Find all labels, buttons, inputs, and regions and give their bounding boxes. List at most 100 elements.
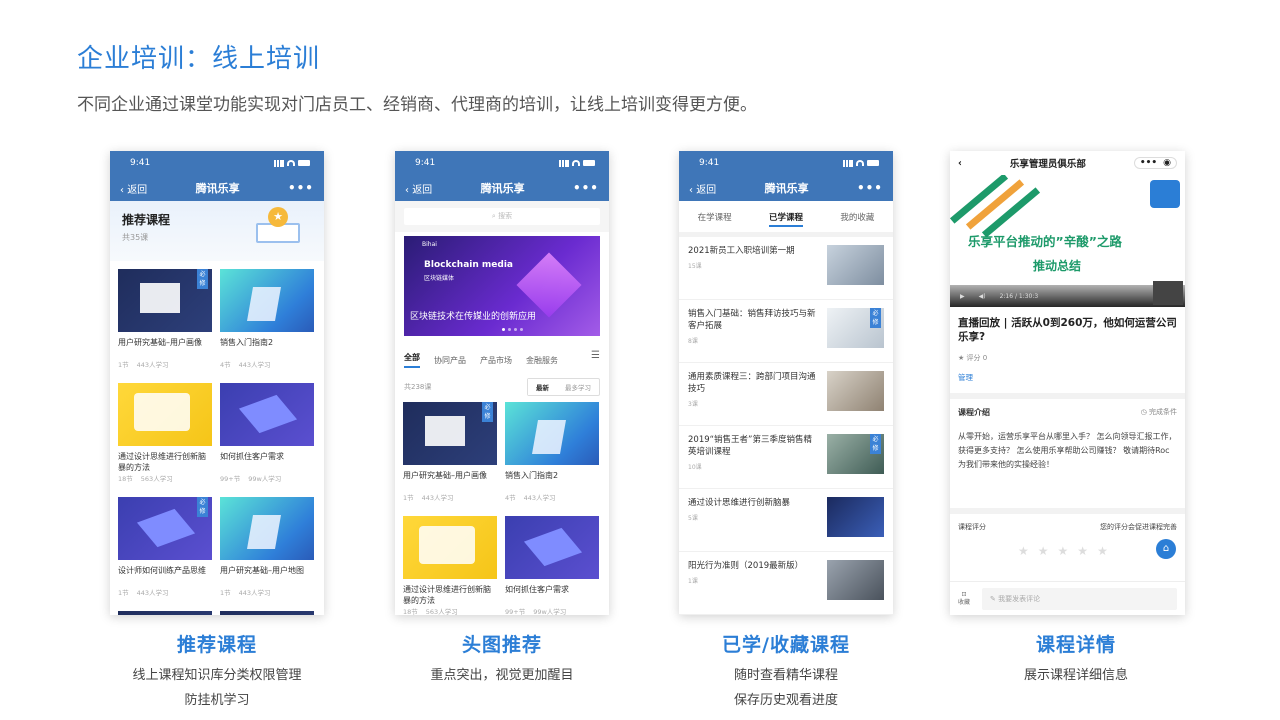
list-item[interactable]: 2021新员工入职培训第一期 15课 [679,237,893,300]
status-time: 9:41 [699,158,720,168]
caption-detail: 课程详情 展示课程详细信息 [946,630,1206,688]
tab-finance[interactable]: 金融服务 [526,355,558,366]
video-player[interactable]: 乐享平台推动的”辛酸”之路 推动总结 ▶ ◀) 2:16 / 1:30:3 [950,175,1185,307]
tab-learning[interactable]: 在学课程 [698,211,732,232]
list-item[interactable]: 2019“销售王者”第三季度销售精英培训课程 10课 必修 [679,426,893,489]
mini-program-capsule[interactable]: ••• ◉ [1133,157,1177,169]
course-thumbnail[interactable] [220,611,314,615]
back-button[interactable]: ‹ 返回 [689,181,716,196]
lesson-count: 3课 [688,401,698,408]
lesson-count: 4节 [220,361,231,369]
lesson-count: 1节 [403,494,414,502]
carousel-dots[interactable] [502,328,523,331]
menu-icon[interactable]: ☰ [591,350,600,361]
home-icon[interactable]: ⌂ [1156,539,1176,559]
wifi-icon [572,160,580,166]
tab-market[interactable]: 产品市场 [480,355,512,366]
learner-count: 443人学习 [238,589,271,597]
course-card[interactable]: 销售入门指南2 4节 443人学习 [505,402,599,508]
signal-icon [274,159,284,167]
more-icon[interactable]: ••• [573,181,599,195]
nav-bar: ‹ 返回 腾讯乐享 ••• [395,175,609,201]
phone-learned-favorites: 9:41 ‹ 返回 腾讯乐享 ••• 在学课程 已学课程 我的收藏 2021新员… [679,151,893,615]
list-item[interactable]: 阳光行为准则（2019最新版） 1课 [679,552,893,615]
list-item[interactable]: 通用素质课程三：跨部门项目沟通技巧 3课 [679,363,893,426]
learner-count: 99w人学习 [248,475,282,483]
course-card[interactable]: 必修 用户研究基础–用户画像 1节 443人学习 [118,269,212,375]
course-card[interactable]: 通过设计思维进行创新脑暴的方法 18节 563人学习 [403,516,497,615]
course-thumbnail [220,497,314,560]
bookmark-icon: ⊡ [961,590,967,598]
lesson-count: 99+节 [505,608,526,615]
course-title: 设计师如何训练产品思维 [118,566,206,575]
speaker-avatar [1153,281,1183,305]
status-bar: 9:41 [395,151,609,175]
tab-learned[interactable]: 已学课程 [768,211,803,227]
course-title: 通过设计思维进行创新脑暴 [688,498,791,508]
lesson-count: 99+节 [220,475,241,483]
video-title-line1: 乐享平台推动的”辛酸”之路 [968,234,1122,249]
course-thumbnail [403,516,497,579]
course-card[interactable]: 通过设计思维进行创新脑暴的方法 18节 563人学习 [118,383,212,489]
course-thumbnail: 必修 [118,497,212,560]
completion-conditions[interactable]: ◷ 完成条件 [1141,407,1177,418]
play-icon[interactable]: ▶ [960,293,965,300]
course-count: 共238课 [404,383,432,391]
course-thumbnail: 必修 [827,308,884,348]
course-grid: 必修 用户研究基础–用户画像 1节 443人学习 销售入门指南2 4节 443人学习… [110,261,324,615]
lesson-count: 4节 [505,494,516,502]
course-card[interactable]: 必修 用户研究基础–用户画像 1节 443人学习 [403,402,497,508]
learner-count: 99w人学习 [533,608,567,615]
star-icon: ★ [958,354,967,362]
star-rating[interactable]: ★ ★ ★ ★ ★ [1018,544,1177,558]
tab-favorites[interactable]: 我的收藏 [840,211,874,232]
sort-toggle: 最新 最多学习 [527,378,600,396]
course-card[interactable]: 用户研究基础–用户地图 1节 443人学习 [220,497,314,603]
back-button[interactable]: ‹ 返回 [120,181,147,196]
course-score: ★ 评分 0 [958,354,988,362]
close-icon[interactable]: ◉ [1163,158,1171,168]
lesson-count: 8课 [688,338,698,345]
search-input[interactable]: ⌕ 搜索 [404,208,600,225]
video-title-line2: 推动总结 [1033,259,1082,273]
course-title: 用户研究基础–用户地图 [220,566,304,575]
course-card[interactable]: 如何抓住客户需求 99+节 99w人学习 [505,516,599,615]
nav-bar: ‹ 返回 腾讯乐享 ••• [110,175,324,201]
course-title: 通过设计思维进行创新脑暴的方法 [118,452,206,472]
course-thumbnail: 必修 [827,434,884,474]
sort-popular[interactable]: 最多学习 [557,379,599,395]
manage-link[interactable]: 管理 [950,363,1185,399]
course-card[interactable]: 如何抓住客户需求 99+节 99w人学习 [220,383,314,489]
banner[interactable]: Bihai Blockchain media 区块链媒体 区块链技术在传媒业的创… [404,236,600,336]
learner-count: 443人学习 [238,361,271,369]
list-item[interactable]: 通过设计思维进行创新脑暴 5课 [679,489,893,552]
sort-newest[interactable]: 最新 [528,379,557,395]
comment-input[interactable]: ✎ 我要发表评论 [982,587,1177,610]
course-card[interactable]: 销售入门指南2 4节 443人学习 [220,269,314,375]
back-button[interactable]: ‹ 返回 [405,181,432,196]
tab-collab[interactable]: 协同产品 [434,355,466,366]
course-card[interactable]: 必修 设计师如何训练产品思维 1节 443人学习 [118,497,212,603]
learner-count: 443人学习 [136,361,169,369]
required-tag: 必修 [870,434,881,454]
more-icon[interactable]: ••• [288,181,314,195]
caption-title: 头图推荐 [461,634,542,656]
battery-icon [583,160,595,166]
course-title: 用户研究基础–用户画像 [118,338,202,347]
signal-icon [843,159,853,167]
learner-count: 443人学习 [523,494,556,502]
more-icon[interactable]: ••• [1140,158,1157,168]
bottom-bar: ⊡ 收藏 ✎ 我要发表评论 [950,581,1185,615]
course-title: 通过设计思维进行创新脑暴的方法 [403,585,491,605]
banner-title-cn: 区块链媒体 [424,275,455,282]
course-thumbnail [827,560,884,600]
favorite-button[interactable]: ⊡ 收藏 [958,591,970,607]
category-tabs: 全部 协同产品 产品市场 金融服务 ☰ [395,336,609,368]
volume-icon[interactable]: ◀) [979,293,986,300]
more-icon[interactable]: ••• [857,181,883,195]
back-icon[interactable]: ‹ [958,158,962,169]
tab-all[interactable]: 全部 [404,352,420,368]
list-item[interactable]: 销售入门基础：销售拜访技巧与新客户拓展 8课 必修 [679,300,893,363]
course-thumbnail[interactable] [118,611,212,615]
lesson-count: 18节 [403,608,418,615]
